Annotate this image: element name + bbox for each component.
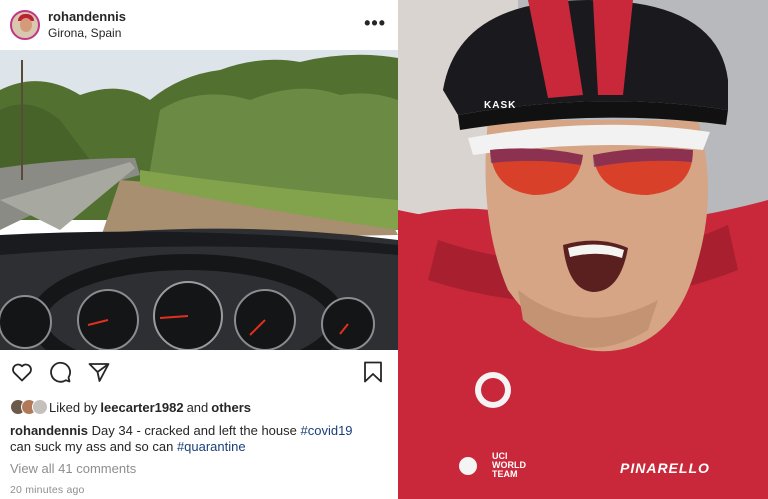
username-link[interactable]: rohandennis	[48, 9, 126, 25]
post-caption: rohandennis Day 34 - cracked and left th…	[10, 423, 394, 455]
sponsor-text-uci: UCI WORLD TEAM	[492, 452, 526, 479]
avatar[interactable]	[10, 10, 40, 40]
bookmark-icon[interactable]	[361, 360, 385, 389]
post-photo[interactable]	[0, 50, 398, 350]
cyclist-portrait	[398, 0, 768, 499]
hashtag-link[interactable]: #covid19	[301, 423, 353, 438]
jersey-brand-text: PINARELLO	[620, 460, 710, 476]
car-interior-road-photo	[0, 50, 398, 350]
hashtag-link[interactable]: #quarantine	[177, 439, 246, 454]
likes-prefix: Liked by	[49, 399, 98, 415]
caption-username-link[interactable]: rohandennis	[10, 423, 88, 438]
post-actions	[0, 358, 398, 390]
view-all-comments-link[interactable]: View all 41 comments	[10, 461, 136, 476]
liker-avatars[interactable]	[10, 399, 48, 415]
caption-text: Day 34 - cracked and left the house	[91, 423, 297, 438]
likes-connector: and	[186, 399, 209, 415]
heart-icon[interactable]	[10, 360, 34, 389]
helmet-brand-text: KASK	[484, 100, 517, 111]
avatar-face	[20, 18, 32, 32]
post-header: rohandennis Girona, Spain •••	[0, 0, 398, 50]
comment-icon[interactable]	[48, 360, 72, 389]
liker-avatar	[32, 399, 48, 415]
share-icon[interactable]	[87, 360, 111, 389]
sponsor-line: TEAM	[492, 469, 518, 479]
cyclist-photo: KASK UCI WORLD TEAM PINARELLO	[398, 0, 768, 499]
post-author: rohandennis Girona, Spain	[48, 9, 126, 40]
location-link[interactable]: Girona, Spain	[48, 26, 126, 41]
post-timestamp: 20 minutes ago	[10, 484, 85, 496]
likes-others-link[interactable]: others	[211, 400, 251, 415]
instagram-post: rohandennis Girona, Spain ••• Liked by l…	[0, 0, 398, 499]
caption-text: can suck my ass and so can	[10, 439, 174, 454]
more-options-icon[interactable]: •••	[364, 13, 386, 34]
likes-summary: Liked by leecarter1982 and others	[10, 399, 254, 415]
liker-username-link[interactable]: leecarter1982	[100, 400, 183, 415]
